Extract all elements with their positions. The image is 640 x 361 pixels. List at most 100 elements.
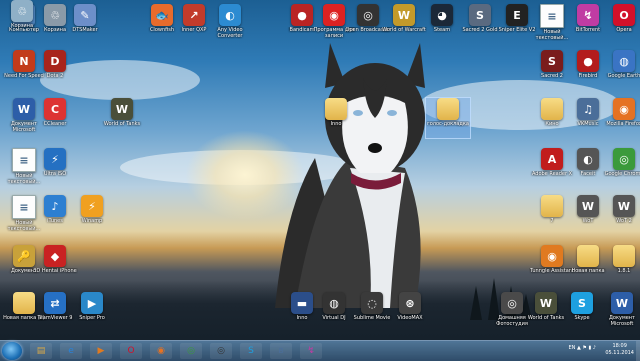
desktop-icon-label: Dota 2 — [46, 73, 64, 79]
app-icon: 🔑 — [13, 245, 35, 267]
taskbar-bittorrent-icon[interactable]: ↯ — [300, 343, 322, 359]
desktop-icon[interactable]: W WoT 2 — [602, 195, 640, 235]
desktop-icon[interactable]: W World of Tanks — [100, 98, 144, 138]
desktop-icon[interactable]: ◐ Any Video Converter — [208, 4, 252, 44]
app-icon: A — [541, 148, 563, 170]
app-icon: D — [44, 50, 66, 72]
desktop-icon-label: VideoMAX — [397, 315, 423, 321]
desktop-icon[interactable]: ✎ DTSMaker — [63, 4, 107, 44]
desktop-icon[interactable]: ⊛ VideoMAX — [388, 292, 432, 332]
desktop-icon-label: Opera — [616, 27, 632, 33]
clock-date: 05.11.2014 — [605, 350, 634, 356]
husky-wallpaper — [275, 43, 425, 308]
taskbar-firefox-icon[interactable]: ◉ — [150, 343, 172, 359]
language-indicator[interactable]: EN — [568, 345, 575, 351]
tray-icons[interactable]: ▲ ⚑ ▮ ♪ — [577, 345, 596, 351]
app-icon: ◎ — [613, 148, 635, 170]
folder-icon — [437, 98, 459, 120]
desktop-icon-label: Ultra ISO — [43, 171, 67, 177]
text-document-icon: ≡ — [540, 4, 564, 28]
app-icon: ◉ — [613, 98, 635, 120]
clock[interactable]: 18:09 05.11.2014 — [605, 343, 634, 357]
app-icon: W — [577, 195, 599, 217]
app-icon: ◉ — [323, 4, 345, 26]
desktop-icon-label: Google Chrome — [604, 171, 640, 177]
desktop-icon[interactable]: O Opera — [602, 4, 640, 44]
desktop-icon[interactable]: ⚡ Ultra ISO — [33, 148, 77, 188]
desktop-icon-label: Mozilla Firefox — [606, 121, 640, 127]
desktop-icon[interactable]: ◉ Mozilla Firefox — [602, 98, 640, 138]
desktop-icon[interactable]: ◍ Google Earth — [602, 50, 640, 90]
app-icon: W — [613, 195, 635, 217]
desktop-icon-label: Корзина — [10, 23, 34, 29]
app-icon: ◌ — [361, 292, 383, 314]
app-icon: ♫ — [577, 98, 599, 120]
desktop-icon[interactable]: ◆ 3D Hentai iPhone — [33, 245, 77, 285]
show-desktop-button[interactable] — [636, 341, 640, 361]
desktop-icon-label: Inno — [330, 121, 342, 127]
folder-icon — [325, 98, 347, 120]
start-button[interactable] — [2, 342, 22, 360]
desktop-icon[interactable]: W Документ Microsoft — [600, 292, 640, 332]
app-icon: ↗ — [183, 4, 205, 26]
desktop-icon[interactable]: голос-докладка — [425, 97, 471, 139]
system-tray[interactable]: EN ▲ ⚑ ▮ ♪ — [568, 345, 596, 351]
folder-icon — [613, 245, 635, 267]
app-icon: S — [541, 50, 563, 72]
taskbar-explorer-icon[interactable]: ▤ — [30, 343, 52, 359]
taskbar-media-player-icon[interactable]: ▶ — [90, 343, 112, 359]
app-icon: ◉ — [541, 245, 563, 267]
desktop-icon[interactable]: S Skype — [560, 292, 604, 332]
clock-time: 18:09 — [612, 343, 627, 349]
app-icon: ◎ — [357, 4, 379, 26]
taskbar-skype-icon[interactable]: S — [240, 343, 262, 359]
desktop-icon-label: 3D Hentai iPhone — [33, 268, 77, 274]
desktop: ▣Компьютер♲Корзина✎DTSMaker🐟Clownfish↗In… — [0, 0, 640, 340]
desktop-icon-label: 1.8.1 — [617, 268, 631, 274]
tree — [470, 286, 482, 320]
app-icon: ✎ — [74, 4, 96, 26]
app-icon: ◎ — [501, 292, 523, 314]
desktop-icon[interactable]: Inno — [314, 98, 358, 138]
taskbar-chrome-icon[interactable]: ◎ — [180, 343, 202, 359]
desktop-icon[interactable]: D Dota 2 — [33, 50, 77, 90]
app-icon: 🐟 — [151, 4, 173, 26]
app-icon: ▶ — [81, 292, 103, 314]
taskbar-obs-icon[interactable]: ◎ — [210, 343, 232, 359]
app-icon: ⇄ — [44, 292, 66, 314]
folder-icon — [541, 98, 563, 120]
app-icon: ↯ — [577, 4, 599, 26]
desktop-icon[interactable]: ▶ Sniper Pro — [70, 292, 114, 332]
desktop-icon-label: World of Tanks — [103, 121, 141, 127]
app-icon: ● — [577, 50, 599, 72]
desktop-icon[interactable]: 1.8.1 — [602, 245, 640, 285]
desktop-icon[interactable]: ♲ Корзина — [0, 0, 44, 40]
desktop-icon-label: CCleaner — [43, 121, 67, 127]
app-icon: ▬ — [291, 292, 313, 314]
desktop-icon[interactable]: ⚡ Winamp — [70, 195, 114, 235]
taskbar: ▤ e ▶ O ◉ ◎ ◎ Sв ↯ EN ▲ ⚑ ▮ ♪ 18:09 05.11.2014 — [0, 340, 640, 361]
desktop-icon-label: Winamp — [81, 218, 103, 224]
desktop-icon-label: Sniper Pro — [79, 315, 105, 321]
app-icon: W — [13, 98, 35, 120]
folder-icon — [541, 195, 563, 217]
app-icon: ◍ — [613, 50, 635, 72]
desktop-icon-label: WoT 2 — [616, 218, 632, 224]
app-icon: W — [393, 4, 415, 26]
taskbar-internet-explorer-icon[interactable]: e — [60, 343, 82, 359]
app-icon: ⚡ — [44, 148, 66, 170]
app-icon: W — [611, 292, 633, 314]
desktop-icon-label: Any Video Converter — [217, 27, 243, 39]
app-icon: ◐ — [219, 4, 241, 26]
taskbar-vk-icon[interactable]: в — [270, 343, 292, 359]
app-icon: S — [571, 292, 593, 314]
app-icon: ◍ — [323, 292, 345, 314]
app-icon: C — [44, 98, 66, 120]
app-icon: ◕ — [431, 4, 453, 26]
taskbar-opera-icon[interactable]: O — [120, 343, 142, 359]
app-icon: W — [111, 98, 133, 120]
desktop-icon[interactable]: ◎ Google Chrome — [602, 148, 640, 188]
app-icon: ◆ — [44, 245, 66, 267]
desktop-icon[interactable]: C CCleaner — [33, 98, 77, 138]
app-icon: ♪ — [44, 195, 66, 217]
